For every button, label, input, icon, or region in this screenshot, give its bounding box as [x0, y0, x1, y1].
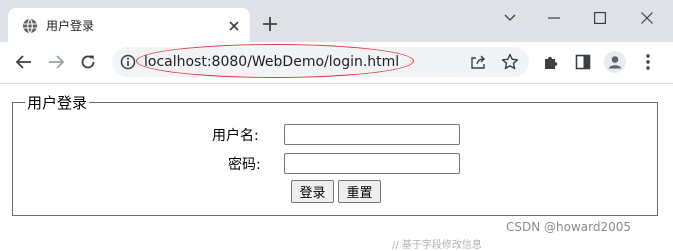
share-icon[interactable]: [470, 54, 486, 70]
tab-strip: 用户登录: [0, 0, 673, 42]
annotation-ellipse: [136, 44, 414, 78]
active-tab[interactable]: 用户登录: [8, 8, 250, 42]
star-icon[interactable]: [501, 53, 519, 71]
login-button[interactable]: 登录: [291, 180, 334, 203]
reset-button[interactable]: 重置: [338, 180, 381, 203]
info-icon[interactable]: [120, 54, 136, 70]
reload-icon[interactable]: [76, 50, 100, 74]
password-label: 密码:: [228, 157, 261, 173]
forward-arrow-icon[interactable]: [44, 50, 68, 74]
chevron-down-icon[interactable]: [490, 6, 530, 30]
watermark: CSDN @howard2005: [506, 220, 632, 234]
background-text-fragment: // 基于字段修改信息: [392, 240, 482, 251]
close-icon[interactable]: [226, 18, 242, 34]
kebab-menu-icon[interactable]: [636, 50, 660, 74]
browser-toolbar: localhost:8080/WebDemo/login.html: [0, 42, 673, 84]
maximize-icon[interactable]: [580, 6, 620, 30]
side-panel-icon[interactable]: [571, 50, 595, 74]
address-bar[interactable]: localhost:8080/WebDemo/login.html: [112, 44, 529, 78]
back-arrow-icon[interactable]: [12, 50, 36, 74]
window-close-icon[interactable]: [627, 6, 667, 30]
avatar-icon[interactable]: [603, 50, 627, 74]
username-input[interactable]: [284, 124, 460, 145]
login-legend: 用户登录: [27, 94, 88, 112]
puzzle-icon[interactable]: [539, 50, 563, 74]
username-label: 用户名:: [212, 128, 259, 144]
tab-title: 用户登录: [46, 19, 95, 33]
plus-icon[interactable]: [258, 12, 282, 36]
password-input[interactable]: [284, 153, 460, 174]
globe-icon: [22, 18, 38, 34]
minimize-icon[interactable]: [534, 6, 574, 30]
